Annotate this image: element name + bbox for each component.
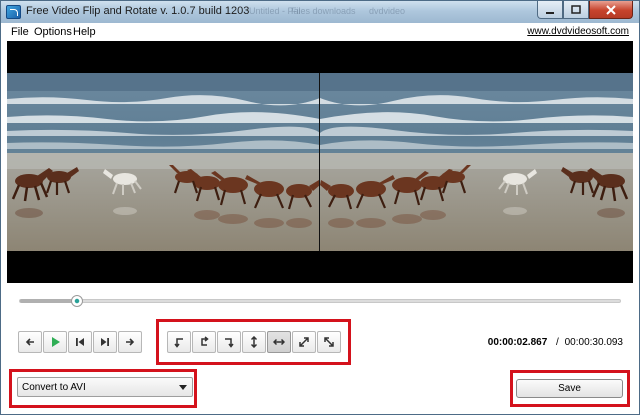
close-button[interactable] <box>589 1 633 19</box>
current-time: 00:00:02.867 <box>487 337 548 348</box>
rotate-180-button[interactable] <box>192 331 216 353</box>
original-video-frame <box>7 73 320 251</box>
rotate-cw-button[interactable] <box>217 331 241 353</box>
step-back-icon <box>25 338 34 346</box>
flip-vertical-button[interactable] <box>242 331 266 353</box>
format-dropdown[interactable]: Convert to AVI <box>17 377 193 397</box>
beach-horses-mirrored-image <box>320 73 633 251</box>
skip-end-button[interactable] <box>93 331 117 353</box>
beach-horses-image <box>7 73 320 251</box>
rotate-ccw-button[interactable] <box>167 331 191 353</box>
menu-bar: File Options Help www.dvdvideosoft.com <box>1 23 639 41</box>
step-back-button[interactable] <box>18 331 42 353</box>
maximize-icon <box>571 4 581 14</box>
menu-help[interactable]: Help <box>73 26 96 38</box>
close-icon <box>606 4 616 15</box>
step-forward-icon <box>126 338 135 346</box>
transverse-icon <box>324 337 334 347</box>
seek-bar[interactable] <box>19 295 621 307</box>
window-title: Free Video Flip and Rotate v. 1.0.7 buil… <box>26 5 250 17</box>
step-forward-button[interactable] <box>118 331 142 353</box>
skip-start-button[interactable] <box>68 331 92 353</box>
rotate-ccw-icon <box>174 338 183 348</box>
background-window-hint: Files downloads <box>291 6 356 16</box>
website-link[interactable]: www.dvdvideosoft.com <box>527 26 629 37</box>
flip-horizontal-button[interactable] <box>267 331 291 353</box>
transverse-button[interactable] <box>317 331 341 353</box>
transpose-icon <box>299 337 309 347</box>
time-separator: / <box>556 337 559 348</box>
total-time: 00:00:30.093 <box>564 337 623 348</box>
save-button[interactable]: Save <box>516 379 623 398</box>
play-button[interactable] <box>43 331 67 353</box>
chevron-down-icon <box>179 385 187 390</box>
seek-thumb[interactable] <box>71 295 83 307</box>
play-icon <box>52 337 60 347</box>
flip-horizontal-icon <box>273 338 285 346</box>
flip-vertical-icon <box>250 336 258 348</box>
rotate-cw-icon <box>225 338 234 348</box>
skip-start-icon <box>76 338 84 346</box>
app-window: Free Video Flip and Rotate v. 1.0.7 buil… <box>0 0 640 415</box>
maximize-button[interactable] <box>563 1 589 19</box>
transpose-button[interactable] <box>292 331 316 353</box>
app-icon <box>6 5 21 19</box>
skip-end-icon <box>101 338 109 346</box>
title-bar[interactable]: Free Video Flip and Rotate v. 1.0.7 buil… <box>1 1 639 23</box>
rotate-180-icon <box>201 336 209 346</box>
time-display: 00:00:02.867 / 00:00:30.093 <box>488 337 623 348</box>
seek-progress <box>20 299 77 303</box>
video-preview[interactable] <box>7 41 633 283</box>
minimize-icon <box>546 11 554 14</box>
menu-options[interactable]: Options <box>34 26 72 38</box>
menu-file[interactable]: File <box>11 26 29 38</box>
format-dropdown-value: Convert to AVI <box>22 382 86 393</box>
minimize-button[interactable] <box>537 1 563 19</box>
background-window-hint: dvdvideo <box>369 6 406 16</box>
flipped-video-frame <box>320 73 633 251</box>
